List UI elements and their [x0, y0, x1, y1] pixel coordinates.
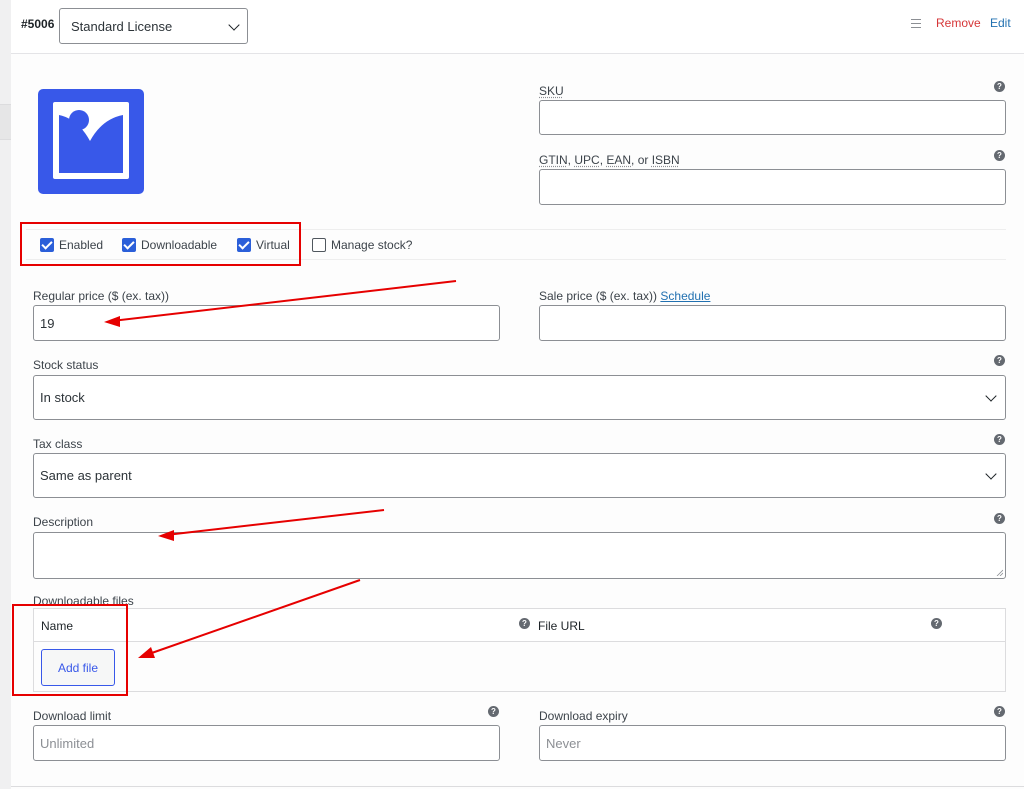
downloadable-files-table: Name ? File URL ? Add file	[33, 608, 1006, 692]
sku-label: SKU	[539, 84, 564, 98]
chevron-down-icon	[228, 19, 240, 31]
description-label: Description	[33, 515, 94, 529]
sale-price-label: Sale price ($ (ex. tax)) Schedule	[539, 289, 710, 303]
upc-abbr: UPC	[574, 153, 600, 167]
help-icon[interactable]: ?	[994, 434, 1005, 445]
help-icon[interactable]: ?	[994, 355, 1005, 366]
isbn-abbr: ISBN	[651, 153, 680, 167]
download-expiry-input[interactable]: Never	[539, 725, 1006, 761]
manage-stock-label: Manage stock?	[331, 238, 413, 252]
drag-handle-icon[interactable]	[911, 19, 921, 28]
stock-status-value: In stock	[40, 390, 85, 405]
tax-class-value: Same as parent	[40, 468, 132, 483]
sale-price-input[interactable]	[539, 305, 1006, 341]
variation-attribute-value: Standard License	[71, 19, 173, 34]
sku-input[interactable]	[539, 100, 1006, 135]
tax-class-label: Tax class	[33, 437, 83, 451]
sidebar-strip-segment	[0, 104, 11, 140]
ean-abbr: EAN	[606, 153, 632, 167]
download-limit-label: Download limit	[33, 709, 112, 723]
description-textarea[interactable]	[33, 532, 1006, 579]
variation-id: #5006	[21, 17, 55, 31]
download-limit-input[interactable]: Unlimited	[33, 725, 500, 761]
resize-grip-icon[interactable]	[996, 569, 1003, 576]
files-table-header: Name ? File URL ?	[34, 609, 1005, 642]
download-expiry-label: Download expiry	[539, 709, 628, 723]
help-icon[interactable]: ?	[994, 81, 1005, 92]
image-placeholder-icon	[53, 102, 129, 179]
variation-attribute-select[interactable]: Standard License	[59, 8, 248, 44]
tax-class-select[interactable]: Same as parent	[33, 453, 1006, 498]
help-icon[interactable]: ?	[994, 513, 1005, 524]
schedule-link[interactable]: Schedule	[660, 289, 710, 303]
annotation-box-options	[20, 222, 301, 266]
help-icon[interactable]: ?	[488, 706, 499, 717]
regular-price-input[interactable]: 19	[33, 305, 500, 341]
chevron-down-icon	[985, 468, 997, 480]
annotation-box-files	[12, 604, 128, 696]
help-icon[interactable]: ?	[931, 618, 942, 629]
remove-link[interactable]: Remove	[936, 16, 981, 30]
panel-bottom-border	[11, 786, 1024, 787]
gtin-input[interactable]	[539, 169, 1006, 205]
variation-image-button[interactable]	[38, 89, 144, 194]
stock-status-label: Stock status	[33, 358, 99, 372]
edit-link[interactable]: Edit	[990, 16, 1011, 30]
help-icon[interactable]: ?	[519, 618, 530, 629]
gtin-label: GTIN, UPC, EAN, or ISBN	[539, 153, 680, 167]
help-icon[interactable]: ?	[994, 706, 1005, 717]
label-separator: , or	[631, 153, 652, 167]
left-sidebar-strip	[0, 0, 11, 789]
manage-stock-checkbox[interactable]	[312, 238, 326, 252]
gtin-abbr: GTIN	[539, 153, 568, 167]
help-icon[interactable]: ?	[994, 150, 1005, 161]
column-file-url: File URL	[538, 619, 585, 633]
option-manage-stock[interactable]: Manage stock?	[312, 236, 412, 254]
regular-price-label: Regular price ($ (ex. tax))	[33, 289, 170, 303]
chevron-down-icon	[985, 390, 997, 402]
stock-status-select[interactable]: In stock	[33, 375, 1006, 420]
sale-price-label-text: Sale price ($ (ex. tax))	[539, 289, 658, 303]
